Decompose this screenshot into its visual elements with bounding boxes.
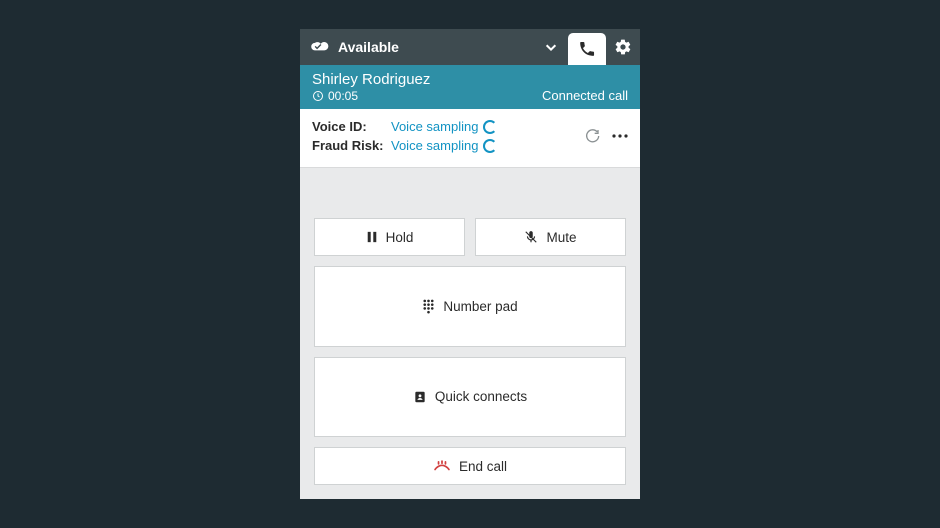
caller-info-bar: Shirley Rodriguez 00:05 Connected call: [300, 65, 640, 109]
more-actions-button[interactable]: [612, 134, 628, 138]
caller-name: Shirley Rodriguez: [312, 71, 430, 88]
dialpad-icon: [422, 299, 435, 314]
agent-status-label: Available: [338, 39, 399, 55]
spinner-icon: [483, 139, 497, 153]
refresh-button[interactable]: [584, 128, 600, 144]
fraud-risk-value: Voice sampling: [391, 138, 497, 153]
contacts-icon: [413, 390, 427, 404]
voice-id-value-text: Voice sampling: [391, 119, 478, 134]
number-pad-label: Number pad: [443, 299, 517, 314]
clock-icon: [312, 90, 324, 102]
status-dropdown-toggle[interactable]: [534, 29, 568, 65]
voice-id-value: Voice sampling: [391, 119, 497, 134]
chevron-down-icon: [544, 40, 558, 54]
contact-control-panel: Available Shirl: [300, 29, 640, 499]
pause-icon: [366, 231, 378, 243]
end-call-button[interactable]: End call: [314, 447, 626, 485]
spinner-icon: [483, 120, 497, 134]
end-call-label: End call: [459, 459, 507, 474]
caller-info-left: Shirley Rodriguez 00:05: [312, 71, 430, 103]
quick-connects-label: Quick connects: [435, 389, 527, 404]
call-actions-area: Hold Mute: [300, 168, 640, 499]
mute-button-label: Mute: [546, 230, 576, 245]
mic-off-icon: [524, 230, 538, 244]
end-call-icon: [433, 459, 451, 473]
agent-status-selector[interactable]: Available: [300, 29, 534, 65]
top-bar: Available: [300, 29, 640, 65]
call-timer: 00:05: [312, 89, 430, 103]
hold-button-label: Hold: [386, 230, 414, 245]
gear-icon: [614, 38, 632, 56]
voice-id-panel: Voice ID: Voice sampling Fraud: [300, 109, 640, 168]
availability-icon: [310, 40, 330, 54]
hold-button[interactable]: Hold: [314, 218, 465, 256]
fraud-risk-value-text: Voice sampling: [391, 138, 478, 153]
number-pad-button[interactable]: Number pad: [314, 266, 626, 347]
settings-tab[interactable]: [606, 29, 640, 65]
mute-button[interactable]: Mute: [475, 218, 626, 256]
quick-connects-button[interactable]: Quick connects: [314, 357, 626, 438]
phone-tab[interactable]: [568, 33, 606, 65]
fraud-risk-label: Fraud Risk:: [312, 138, 387, 153]
voice-id-label: Voice ID:: [312, 119, 387, 134]
phone-icon: [578, 40, 596, 58]
call-status: Connected call: [542, 88, 628, 103]
call-timer-value: 00:05: [328, 89, 358, 103]
